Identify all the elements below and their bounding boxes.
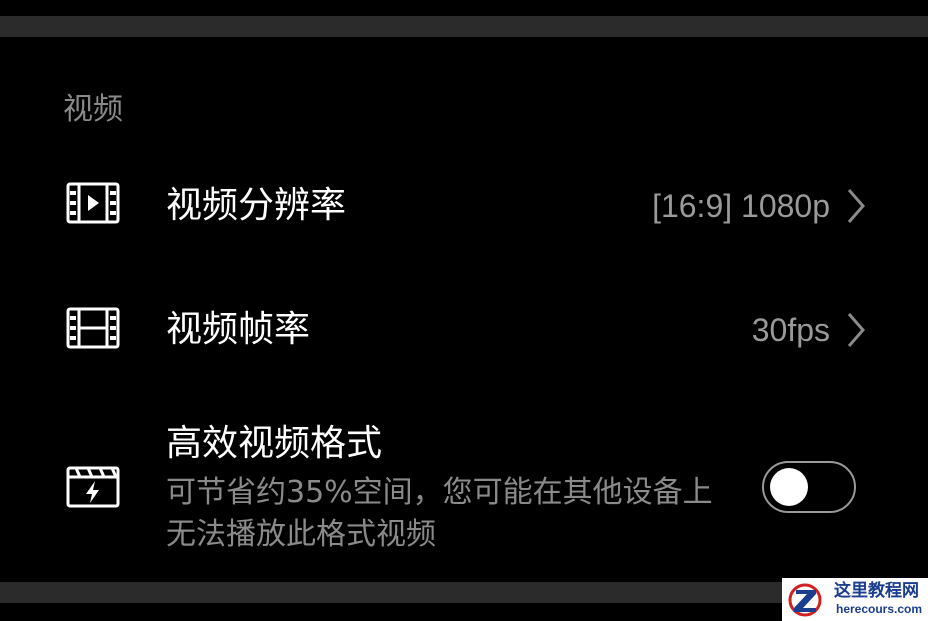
setting-label: 视频分辨率 [166,185,347,226]
setting-label: 视频帧率 [166,309,311,350]
watermark-domain: herecours.com [836,602,923,616]
efficient-format-toggle[interactable] [762,461,856,513]
toggle-knob [770,468,808,506]
setting-label: 高效视频格式 [166,423,383,464]
watermark-logo-icon [788,583,822,617]
chevron-right-icon [847,189,865,223]
video-play-icon [66,182,120,224]
clapper-flash-icon [66,466,120,508]
watermark-name: 这里教程网 [834,581,919,601]
setting-description: 可节省约35%空间，您可能在其他设备上无法播放此格式视频 [166,475,713,552]
chevron-right-icon [847,313,865,347]
top-divider [0,16,928,37]
section-title-video: 视频 [63,92,123,127]
setting-row-video-resolution[interactable]: 视频分辨率 [16:9] 1080p [0,160,928,252]
setting-value: 30fps [751,312,830,348]
setting-value: [16:9] 1080p [652,188,830,224]
film-strip-icon [66,307,120,349]
watermark: 这里教程网 herecours.com [782,578,928,621]
setting-row-video-frame-rate[interactable]: 视频帧率 30fps [0,284,928,376]
